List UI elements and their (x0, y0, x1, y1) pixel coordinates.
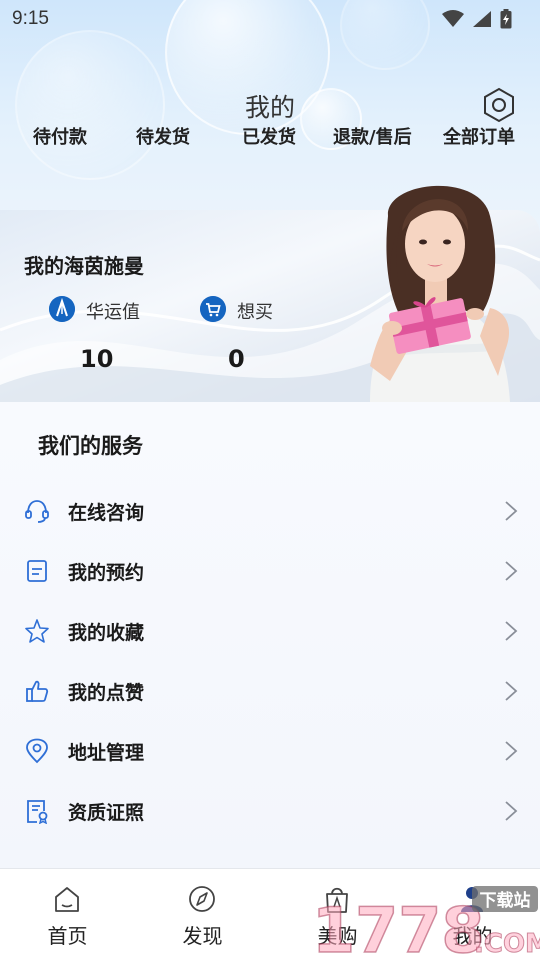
compass-icon (189, 886, 215, 912)
chevron-right-icon (505, 741, 518, 761)
chevron-right-icon (505, 501, 518, 521)
model-portrait-image (370, 185, 510, 402)
member-card-title: 我的海茵施曼 (24, 254, 144, 278)
status-icons (442, 9, 512, 29)
tab-discover[interactable]: 发现 (135, 869, 270, 960)
order-tab-refund[interactable]: 退款/售后 (333, 124, 412, 148)
signal-icon (473, 11, 491, 27)
watermark-brand: 1778 (312, 894, 485, 960)
service-label: 我的点赞 (68, 682, 145, 704)
order-tab-unpaid[interactable]: 待付款 (33, 124, 87, 148)
home-icon (55, 887, 79, 912)
tab-label: 发现 (182, 924, 223, 948)
service-my-favorites[interactable]: 我的收藏 (0, 600, 540, 660)
chevron-right-icon (505, 801, 518, 821)
certificate-icon (27, 800, 48, 824)
settings-button[interactable] (481, 87, 517, 123)
star-icon (25, 619, 49, 643)
service-label: 我的收藏 (68, 622, 145, 644)
status-bar: 9:15 (0, 0, 540, 38)
hexagon-settings-icon (484, 87, 514, 123)
page-title: 我的 (244, 93, 295, 122)
tab-home[interactable]: 首页 (0, 869, 135, 960)
service-my-appointments[interactable]: 我的预约 (0, 540, 540, 600)
order-tab-to-ship[interactable]: 待发货 (136, 124, 190, 148)
battery-charging-icon (500, 9, 512, 29)
service-online-consult[interactable]: 在线咨询 (0, 480, 540, 540)
stat-huayun-label: 华运值 (86, 302, 140, 323)
order-tab-shipped[interactable]: 已发货 (242, 124, 296, 148)
status-time: 9:15 (12, 8, 49, 29)
order-tabs: 待付款 待发货 已发货 退款/售后 全部订单 (0, 124, 540, 148)
service-label: 资质证照 (68, 802, 145, 824)
location-pin-icon (26, 738, 48, 764)
service-address-management[interactable]: 地址管理 (0, 720, 540, 780)
service-label: 地址管理 (68, 742, 145, 764)
services-section: 我们的服务 在线咨询 我的预约 我的收藏 我的点赞 地址管理 资质证照 (0, 402, 540, 868)
watermark-tag: 下载站 (480, 890, 531, 911)
wifi-icon (442, 10, 464, 27)
service-qualifications[interactable]: 资质证照 (0, 780, 540, 840)
thumbs-up-icon (26, 680, 49, 702)
headset-icon (25, 500, 49, 523)
services-title: 我们的服务 (38, 434, 143, 458)
cart-icon (200, 296, 226, 322)
site-watermark: 1778 下载站 .COM (312, 886, 540, 960)
chevron-right-icon (505, 561, 518, 581)
service-my-likes[interactable]: 我的点赞 (0, 660, 540, 720)
service-label: 在线咨询 (68, 502, 145, 524)
stat-huayun-value: 10 (80, 345, 114, 373)
chevron-right-icon (505, 681, 518, 701)
chevron-right-icon (505, 621, 518, 641)
stat-wishlist-label: 想买 (237, 302, 273, 323)
service-label: 我的预约 (68, 562, 145, 584)
stat-wishlist-value: 0 (228, 345, 245, 373)
tab-label: 首页 (47, 924, 88, 948)
document-icon (27, 560, 47, 582)
watermark-suffix: .COM (474, 929, 540, 959)
brand-logo-icon (49, 296, 75, 322)
order-tab-all[interactable]: 全部订单 (443, 124, 515, 148)
